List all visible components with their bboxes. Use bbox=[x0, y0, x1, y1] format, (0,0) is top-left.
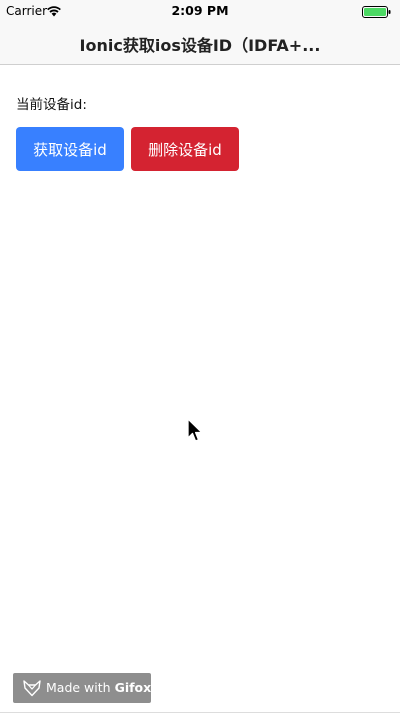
get-device-id-button[interactable]: 获取设备id bbox=[16, 127, 124, 171]
status-time: 2:09 PM bbox=[171, 3, 229, 18]
mouse-cursor-icon bbox=[187, 418, 203, 442]
nav-bar: Ionic获取ios设备ID（IDFA+... bbox=[0, 22, 400, 65]
device-id-label: 当前设备id: bbox=[16, 97, 87, 113]
gifox-watermark: Made with Gifox bbox=[13, 673, 151, 703]
battery-icon bbox=[362, 6, 391, 18]
delete-device-id-button[interactable]: 删除设备id bbox=[131, 127, 239, 171]
gifox-text: Made with Gifox bbox=[46, 680, 151, 695]
status-bar: Carrier 2:09 PM bbox=[0, 0, 400, 22]
fox-logo-icon bbox=[23, 680, 41, 697]
gifox-prefix: Made with bbox=[46, 680, 111, 695]
page-title: Ionic获取ios设备ID（IDFA+... bbox=[79, 36, 321, 55]
bottom-divider bbox=[0, 712, 400, 713]
gifox-brand: Gifox bbox=[114, 680, 152, 695]
